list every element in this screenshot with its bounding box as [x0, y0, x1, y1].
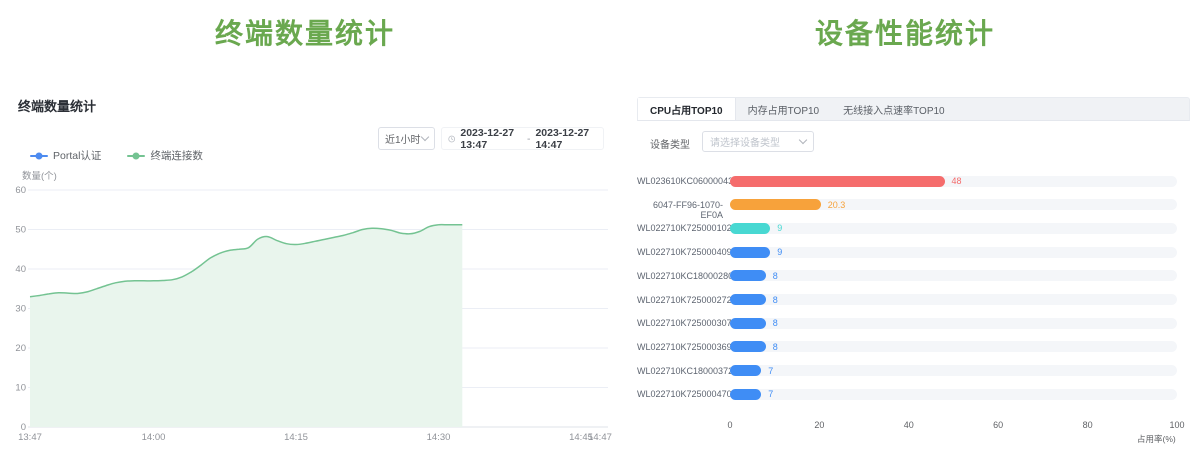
chevron-down-icon: [799, 136, 807, 144]
bar-category-label: WL022710K725000307: [637, 318, 723, 328]
bar-value-label: 8: [773, 295, 778, 305]
chevron-down-icon: [421, 133, 429, 141]
bar-category-label: WL022710K725000102: [637, 223, 723, 233]
bar[interactable]: [730, 223, 770, 234]
bar-value-label: 8: [773, 271, 778, 281]
legend-label: Portal认证: [53, 148, 101, 163]
y-tick-label: 40: [15, 264, 26, 275]
bar-value-label: 20.3: [828, 200, 846, 210]
y-tick-label: 10: [15, 383, 26, 394]
tab-label: CPU占用TOP10: [650, 102, 723, 117]
bar-category-label: WL022710K725000470: [637, 389, 723, 399]
x-tick-label: 60: [993, 420, 1003, 430]
bar[interactable]: [730, 389, 761, 400]
legend-item-terminal[interactable]: 终端连接数: [127, 148, 203, 163]
x-axis-title: 占用率(%): [1137, 433, 1176, 445]
cpu-top10-bar-chart: WL023610KC06000043 48 6047-FF96-1070-EF0A 2…: [637, 166, 1193, 451]
x-tick-label: 100: [1169, 420, 1184, 430]
area-fill: [30, 225, 462, 427]
device-type-select[interactable]: 请选择设备类型: [702, 131, 814, 152]
bar[interactable]: [730, 176, 945, 187]
date-start: 2023-12-27 13:47: [460, 127, 522, 151]
legend-marker-icon: [30, 155, 48, 157]
bar[interactable]: [730, 294, 766, 305]
bar-category-label: 6047-FF96-1070-EF0A: [637, 200, 723, 220]
tab-wireless-rate-top10[interactable]: 无线接入点速率TOP10: [831, 98, 957, 120]
line-chart-legend: Portal认证 终端连接数: [30, 148, 203, 163]
bar-value-label: 7: [768, 389, 773, 399]
date-separator: -: [527, 133, 531, 145]
time-range-value: 近1小时: [385, 131, 422, 146]
x-tick-label: 20: [814, 420, 824, 430]
bar[interactable]: [730, 270, 766, 281]
bar-value-label: 9: [777, 247, 782, 257]
bar-track: [730, 318, 1177, 329]
bar-category-label: WL022710K725000369: [637, 342, 723, 352]
bar-category-label: WL022710KC18000372: [637, 366, 723, 376]
x-tick-label: 14:15: [284, 432, 308, 443]
bar-track: [730, 270, 1177, 281]
x-tick-label: 13:47: [18, 432, 42, 443]
x-tick-label: 40: [904, 420, 914, 430]
y-tick-label: 50: [15, 225, 26, 236]
bar-track: [730, 389, 1177, 400]
legend-item-portal[interactable]: Portal认证: [30, 148, 101, 163]
bar-track: [730, 223, 1177, 234]
y-tick-label: 20: [15, 343, 26, 354]
performance-tabbar: CPU占用TOP10 内存占用TOP10 无线接入点速率TOP10: [637, 97, 1190, 121]
bar-value-label: 8: [773, 318, 778, 328]
left-section-title: 终端数量统计: [0, 14, 610, 54]
right-section-title: 设备性能统计: [620, 14, 1190, 54]
bar-value-label: 9: [777, 223, 782, 233]
y-tick-label: 30: [15, 304, 26, 315]
bar[interactable]: [730, 341, 766, 352]
tab-cpu-top10[interactable]: CPU占用TOP10: [638, 98, 736, 120]
y-tick-label: 60: [15, 185, 26, 196]
tab-memory-top10[interactable]: 内存占用TOP10: [736, 98, 832, 120]
x-tick-label: 80: [1083, 420, 1093, 430]
date-range-picker[interactable]: 2023-12-27 13:47 - 2023-12-27 14:47: [441, 127, 604, 150]
bar-track: [730, 365, 1177, 376]
tab-label: 无线接入点速率TOP10: [843, 102, 945, 117]
x-tick-label: 14:47: [588, 432, 612, 443]
bar[interactable]: [730, 199, 821, 210]
x-tick-label: 14:30: [427, 432, 451, 443]
bar-value-label: 48: [952, 176, 962, 186]
terminal-card-title: 终端数量统计: [18, 96, 96, 115]
device-type-placeholder: 请选择设备类型: [710, 134, 800, 149]
bar-track: [730, 247, 1177, 258]
bar[interactable]: [730, 365, 761, 376]
x-tick-label: 0: [727, 420, 732, 430]
dashboard: 终端数量统计 设备性能统计 终端数量统计 近1小时 2023-12-27 13:…: [0, 0, 1200, 456]
bar-track: [730, 341, 1177, 352]
bar-category-label: WL022710K725000409: [637, 247, 723, 257]
bar-track: [730, 294, 1177, 305]
bar[interactable]: [730, 247, 770, 258]
terminal-area-chart: 010203040506013:4714:0014:1514:3014:4514…: [0, 166, 612, 451]
bar-category-label: WL023610KC06000043: [637, 176, 723, 186]
tab-label: 内存占用TOP10: [748, 102, 820, 117]
device-type-label: 设备类型: [650, 136, 690, 151]
bar-category-label: WL022710KC18000280: [637, 271, 723, 281]
bar-category-label: WL022710K725000272: [637, 295, 723, 305]
bar-value-label: 8: [773, 342, 778, 352]
legend-label: 终端连接数: [150, 148, 203, 163]
x-tick-label: 14:00: [142, 432, 166, 443]
legend-marker-icon: [127, 155, 145, 157]
clock-icon: [448, 134, 455, 144]
date-end: 2023-12-27 14:47: [535, 127, 597, 151]
bar-value-label: 7: [768, 366, 773, 376]
time-range-select[interactable]: 近1小时: [378, 127, 435, 150]
bar[interactable]: [730, 318, 766, 329]
